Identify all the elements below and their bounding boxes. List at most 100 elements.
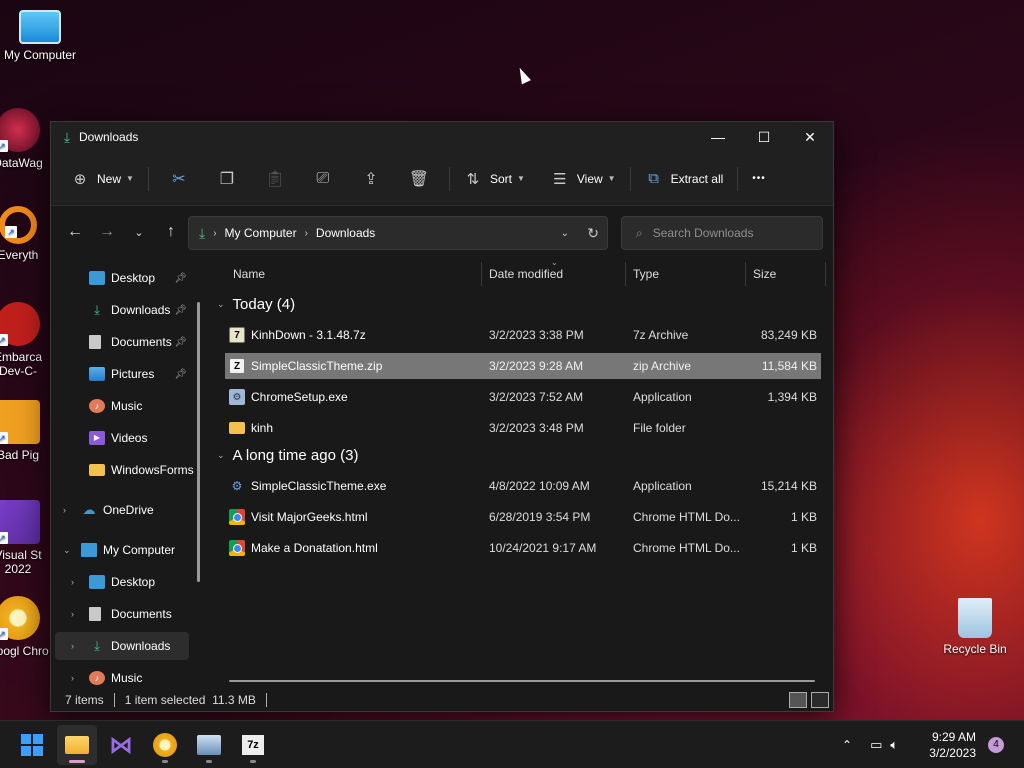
group-header-today[interactable]: ⌄ Today (4) — [217, 292, 295, 316]
chevron-right-icon[interactable]: › — [71, 577, 74, 587]
running-indicator — [162, 760, 168, 763]
column-divider[interactable] — [481, 262, 482, 286]
notification-badge[interactable]: 4 — [988, 737, 1004, 753]
breadcrumb-my-computer[interactable]: My Computer — [225, 226, 297, 240]
column-header-name[interactable]: Name — [233, 260, 483, 288]
column-divider[interactable] — [745, 262, 746, 286]
clock[interactable]: 9:29 AM 3/2/2023 — [929, 729, 976, 761]
download-icon: ⤓ — [94, 638, 100, 653]
running-indicator — [206, 760, 212, 763]
taskbar-chrome[interactable] — [145, 725, 185, 765]
breadcrumb-downloads[interactable]: Downloads — [316, 226, 375, 240]
monitor-icon — [19, 10, 61, 44]
file-row[interactable]: Make a Donatation.html 10/24/2021 9:17 A… — [225, 535, 821, 561]
sidebar-item-desktop[interactable]: Desktop 📌︎ — [51, 264, 201, 292]
sidebar-item-pictures[interactable]: Pictures 📌︎ — [51, 360, 201, 388]
desktop-icon-chrome[interactable]: ↗ Googl Chro — [0, 596, 50, 658]
more-options-button[interactable]: ••• — [744, 162, 774, 196]
taskbar-file-explorer[interactable] — [57, 725, 97, 765]
sidebar-item-pc-downloads[interactable]: › ⤓ Downloads — [55, 632, 189, 660]
copy-button[interactable]: ❐ — [203, 162, 251, 196]
file-row[interactable]: 7 KinhDown - 3.1.48.7z 3/2/2023 3:38 PM 7… — [225, 322, 821, 348]
sidebar-item-my-computer[interactable]: ⌄ My Computer — [51, 536, 201, 564]
file-row[interactable]: kinh 3/2/2023 3:48 PM File folder — [225, 415, 821, 441]
group-header-long-time-ago[interactable]: ⌄ A long time ago (3) — [217, 443, 358, 467]
taskbar-app[interactable] — [189, 725, 229, 765]
desktop-icon-recycle-bin[interactable]: Recycle Bin — [935, 598, 1015, 656]
paste-button[interactable]: 📋︎ — [251, 162, 299, 196]
share-button[interactable]: ⇪ — [347, 162, 395, 196]
column-header-date[interactable]: Date modified — [489, 260, 625, 288]
sidebar-item-videos[interactable]: ▶ Videos — [51, 424, 201, 452]
sidebar-item-documents[interactable]: Documents 📌︎ — [51, 328, 201, 356]
start-button[interactable] — [12, 725, 52, 765]
desktop-icon-bad-piggies[interactable]: ↗ Bad Pig — [0, 400, 50, 462]
toolbar-divider — [448, 166, 450, 191]
chevron-down-icon[interactable]: ⌄ — [561, 228, 569, 239]
desktop-icon-my-computer[interactable]: My Computer — [0, 10, 80, 62]
file-row[interactable]: Visit MajorGeeks.html 6/28/2019 3:54 PM … — [225, 504, 821, 530]
chevron-right-icon[interactable]: › — [71, 641, 74, 651]
clipboard-icon: 📋︎ — [264, 170, 286, 188]
file-row-selected[interactable]: Z SimpleClassicTheme.zip 3/2/2023 9:28 AM… — [225, 353, 821, 379]
chevron-right-icon[interactable]: › — [63, 505, 66, 515]
chrome-html-icon — [229, 540, 245, 556]
extract-all-button[interactable]: ⧉ Extract all — [637, 162, 732, 196]
pin-icon: 📌︎ — [174, 336, 187, 348]
forward-button[interactable]: → — [91, 216, 123, 248]
sidebar-scrollbar[interactable] — [197, 302, 200, 582]
close-button[interactable]: ✕ — [787, 122, 833, 152]
chevron-down-icon[interactable]: ⌄ — [63, 545, 71, 556]
taskbar-visual-studio[interactable]: ⋈ — [101, 725, 141, 765]
desktop-icon-visual-studio[interactable]: ↗ Visual St 2022 — [0, 500, 50, 576]
desktop-icon-everything[interactable]: ↗ Everyth — [0, 206, 50, 262]
sidebar-item-pc-music[interactable]: › ♪ Music — [51, 664, 201, 691]
sidebar-item-pc-desktop[interactable]: › Desktop — [51, 568, 201, 596]
maximize-button[interactable]: ☐ — [741, 122, 787, 152]
chevron-down-icon: ▼ — [607, 174, 616, 183]
delete-button[interactable]: 🗑︎ — [395, 162, 443, 196]
toolbar-divider — [147, 166, 149, 191]
taskbar-7zip[interactable]: 7z — [233, 725, 273, 765]
sidebar-item-pc-documents[interactable]: › Documents — [51, 600, 201, 628]
search-box[interactable]: ⌕ — [621, 216, 823, 250]
chevron-right-icon[interactable]: › — [71, 673, 74, 683]
sidebar-item-onedrive[interactable]: › ☁ OneDrive — [51, 496, 201, 524]
chevron-up-icon[interactable]: ⌃ — [842, 738, 852, 752]
sidebar-item-windowsforms[interactable]: WindowsForms — [51, 456, 201, 484]
status-divider — [265, 693, 267, 707]
minimize-button[interactable]: — — [695, 122, 741, 152]
chevron-right-icon[interactable]: › — [71, 609, 74, 619]
sort-arrows-icon: ⇅ — [466, 170, 480, 188]
file-row[interactable]: ⚙ SimpleClassicTheme.exe 4/8/2022 10:09 A… — [225, 473, 821, 499]
details-view-button[interactable] — [789, 692, 807, 708]
column-divider[interactable] — [825, 262, 826, 286]
rename-button[interactable]: ⎚ — [299, 162, 347, 196]
sort-button[interactable]: ⇅ Sort ▼ — [456, 162, 533, 196]
title-bar[interactable]: ⤓ Downloads — ☐ ✕ — [51, 122, 833, 152]
cut-button[interactable]: ✂ — [155, 162, 203, 196]
column-divider[interactable] — [625, 262, 626, 286]
new-button[interactable]: ⊕ New ▼ — [63, 162, 142, 196]
chrome-icon — [153, 733, 177, 757]
view-button[interactable]: ☰ View ▼ — [543, 162, 624, 196]
taskbar: ⋈ 7z ⌃ ▭ 🔈︎ 9:29 AM 3/2/2023 4 — [0, 720, 1024, 768]
tiles-view-button[interactable] — [811, 692, 829, 708]
sidebar-item-music[interactable]: ♪ Music — [51, 392, 201, 420]
up-button[interactable]: ↑ — [155, 216, 187, 248]
address-bar[interactable]: ⤓ › My Computer › Downloads ⌄ ↻ — [188, 216, 608, 250]
column-header-size[interactable]: Size — [753, 260, 823, 288]
column-header-type[interactable]: Type — [633, 260, 743, 288]
file-row[interactable]: ⚙ ChromeSetup.exe 3/2/2023 7:52 AM Applic… — [225, 384, 821, 410]
search-input[interactable] — [652, 226, 803, 240]
horizontal-scrollbar[interactable] — [229, 680, 815, 682]
back-button[interactable]: ← — [59, 216, 91, 248]
refresh-icon[interactable]: ↻ — [587, 225, 599, 242]
volume-icon[interactable]: 🔈︎ — [890, 737, 898, 753]
desktop-icon-devcpp[interactable]: ↗ Embarca Dev-C- — [0, 302, 50, 378]
active-indicator — [69, 760, 85, 763]
sidebar-item-downloads[interactable]: ⤓ Downloads 📌︎ — [51, 296, 201, 324]
recent-locations-button[interactable]: ⌄ — [123, 216, 155, 248]
network-icon[interactable]: ▭ — [870, 737, 882, 753]
desktop-icon-datawag[interactable]: ↗ DataWag — [0, 108, 50, 170]
